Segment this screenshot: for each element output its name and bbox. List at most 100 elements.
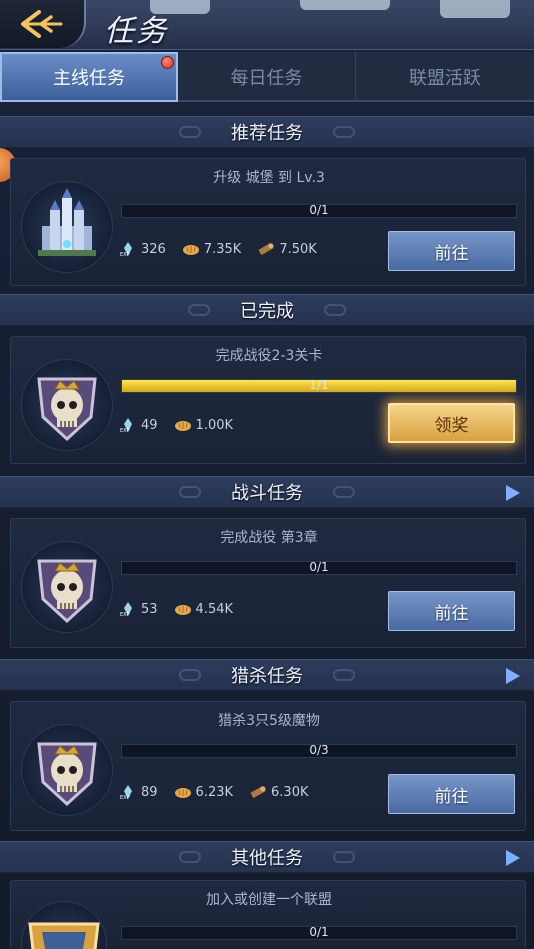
expand-arrow-icon[interactable] [506, 668, 520, 684]
reward-list: EXP 49 1.00K [119, 417, 249, 434]
section-title: 猎杀任务 [231, 666, 303, 687]
reward-wood: 7.50K [257, 241, 317, 257]
exp-icon: EXP [120, 602, 132, 617]
quest-title: 升级 城堡 到 Lv.3 [213, 170, 325, 186]
reward-value: 89 [141, 784, 158, 800]
notification-dot [161, 56, 174, 69]
divider-ornament-icon [333, 486, 355, 498]
bread-icon [174, 421, 191, 431]
quest-title: 猎杀3只5级魔物 [218, 713, 320, 729]
progress-text: 1/1 [309, 378, 329, 392]
go-button[interactable]: 前往 [388, 231, 515, 271]
reward-value: 6.30K [271, 784, 309, 800]
quest-title: 完成战役 第3章 [220, 530, 318, 546]
reward-list: EXP 53 4.54K [119, 601, 249, 618]
progress-bar: 0/1 [121, 203, 517, 218]
tab-daily-quests[interactable]: 每日任务 [178, 52, 356, 102]
section-header-recommended: 推荐任务 [0, 116, 534, 148]
section-title: 已完成 [240, 301, 294, 322]
skull-icon [37, 742, 97, 807]
expand-arrow-icon[interactable] [506, 850, 520, 866]
ice-decoration [300, 0, 390, 10]
quest-title: 完成战役2-3关卡 [215, 348, 323, 364]
quest-card-recommended: 升级 城堡 到 Lv.3 0/1 EXP 326 7.35K 7.50K 前往 [10, 158, 526, 286]
top-bar: 任务 [0, 0, 534, 50]
divider-ornament-icon [188, 304, 210, 316]
tab-bar: 主线任务 每日任务 联盟活跃 [0, 52, 534, 102]
go-button[interactable]: 前往 [388, 774, 515, 814]
tab-alliance-activity[interactable]: 联盟活跃 [356, 52, 534, 102]
exp-icon: EXP [120, 785, 132, 800]
svg-text:EXP: EXP [120, 795, 130, 800]
svg-text:EXP: EXP [120, 252, 130, 257]
reward-value: 49 [141, 417, 158, 433]
section-header-battle[interactable]: 战斗任务 [0, 476, 534, 508]
divider-ornament-icon [333, 851, 355, 863]
reward-value: 326 [141, 241, 166, 257]
divider-ornament-icon [179, 851, 201, 863]
progress-bar: 1/1 [121, 378, 517, 393]
skull-crest-icon [21, 359, 113, 451]
quest-card-hunt: 猎杀3只5级魔物 0/3 EXP 89 6.23K 6.30K 前往 [10, 701, 526, 831]
reward-exp: EXP 89 [119, 784, 158, 801]
quest-card-completed: 完成战役2-3关卡 1/1 EXP 49 1.00K 领奖 [10, 336, 526, 464]
section-title: 其他任务 [231, 848, 303, 869]
reward-food: 1.00K [174, 417, 233, 433]
back-button[interactable] [0, 0, 86, 48]
go-button[interactable]: 前往 [388, 591, 515, 631]
tab-label: 每日任务 [230, 68, 303, 89]
bread-icon [174, 605, 191, 615]
tab-label: 主线任务 [53, 68, 125, 89]
reward-food: 4.54K [174, 601, 233, 617]
svg-text:EXP: EXP [120, 612, 130, 617]
reward-value: 6.23K [195, 784, 234, 800]
page-title: 任务 [104, 14, 168, 49]
exp-icon: EXP [120, 418, 132, 433]
reward-value: 1.00K [195, 417, 234, 433]
wood-icon [258, 242, 274, 256]
reward-exp: EXP 53 [119, 601, 158, 618]
reward-value: 7.35K [203, 241, 242, 257]
ice-decoration [440, 0, 510, 18]
section-header-completed: 已完成 [0, 294, 534, 326]
divider-ornament-icon [179, 669, 201, 681]
section-header-other[interactable]: 其他任务 [0, 841, 534, 873]
divider-ornament-icon [179, 486, 201, 498]
reward-value: 4.54K [195, 601, 234, 617]
divider-ornament-icon [179, 126, 201, 138]
reward-food: 6.23K [174, 784, 233, 800]
progress-text: 0/1 [309, 203, 329, 217]
quest-title: 加入或创建一个联盟 [206, 892, 332, 908]
reward-wood: 6.30K [249, 784, 309, 800]
crest-icon [28, 922, 100, 949]
progress-bar: 0/1 [121, 560, 517, 575]
expand-arrow-icon[interactable] [506, 485, 520, 501]
quest-card-battle: 完成战役 第3章 0/1 EXP 53 4.54K 前往 [10, 518, 526, 648]
reward-exp: EXP 326 [119, 241, 166, 258]
reward-value: 53 [141, 601, 158, 617]
castle-icon [21, 181, 113, 273]
divider-ornament-icon [333, 669, 355, 681]
quest-card-other: 加入或创建一个联盟 0/1 [10, 880, 526, 949]
svg-text:EXP: EXP [120, 428, 130, 433]
reward-food: 7.35K [182, 241, 241, 257]
reward-list: EXP 89 6.23K 6.30K [119, 784, 325, 801]
skull-icon [37, 559, 97, 624]
tab-main-quests[interactable]: 主线任务 [0, 52, 178, 102]
tab-label: 联盟活跃 [409, 68, 481, 89]
claim-reward-button[interactable]: 领奖 [388, 403, 515, 443]
progress-bar: 0/3 [121, 743, 517, 758]
wood-icon [250, 785, 266, 799]
back-arrow-icon [21, 10, 63, 38]
reward-exp: EXP 49 [119, 417, 158, 434]
reward-value: 7.50K [279, 241, 317, 257]
divider-ornament-icon [324, 304, 346, 316]
skull-crest-icon [21, 724, 113, 816]
bread-icon [174, 788, 191, 798]
divider-ornament-icon [333, 126, 355, 138]
section-header-hunt[interactable]: 猎杀任务 [0, 659, 534, 691]
progress-text: 0/1 [309, 925, 329, 939]
skull-icon [37, 377, 97, 442]
section-title: 战斗任务 [231, 483, 303, 504]
progress-bar: 0/1 [121, 925, 517, 940]
